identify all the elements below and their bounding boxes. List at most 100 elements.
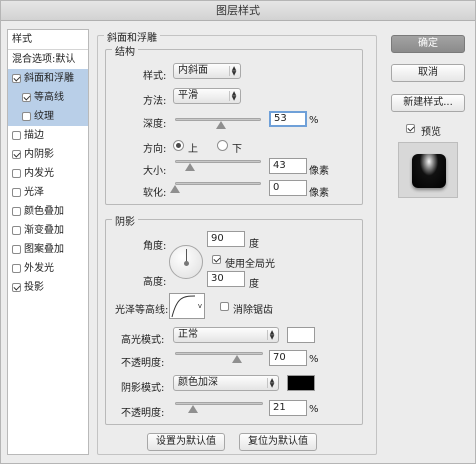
style-item[interactable]: 光泽	[8, 183, 88, 202]
updown-icon: ▲ ▼	[229, 66, 238, 77]
shadow-mode-label: 阴影模式:	[121, 383, 165, 394]
shadow-mode-select[interactable]: 颜色加深 ▲ ▼	[173, 375, 279, 391]
use-global-light-label: 使用全局光	[225, 259, 275, 270]
antialias-label: 消除锯齿	[233, 305, 273, 316]
highlight-opacity-slider[interactable]	[175, 352, 263, 355]
style-item-checkbox[interactable]	[12, 207, 21, 216]
layer-style-dialog: 图层样式 样式 混合选项:默认 斜面和浮雕 等高线 纹理 描边 内阴影 内发光 光泽 颜色叠加渐…	[0, 0, 476, 464]
style-item[interactable]: 描边	[8, 126, 88, 145]
direction-down-radio[interactable]	[217, 140, 228, 151]
make-default-button[interactable]: 设置为默认值	[147, 433, 225, 451]
style-item-label: 斜面和浮雕	[24, 73, 74, 84]
angle-input[interactable]: 90	[207, 231, 245, 247]
style-item-checkbox[interactable]	[12, 131, 21, 140]
style-item[interactable]: 混合选项:默认	[8, 50, 88, 69]
angle-dial[interactable]	[169, 245, 203, 279]
depth-slider-handle[interactable]	[215, 121, 226, 129]
technique-select[interactable]: 平滑 ▲ ▼	[173, 88, 241, 104]
style-item[interactable]: 投影	[8, 278, 88, 297]
style-item[interactable]: 图案叠加	[8, 240, 88, 259]
style-item-label: 等高线	[34, 92, 64, 103]
style-item[interactable]: 颜色叠加	[8, 202, 88, 221]
style-item-checkbox[interactable]	[12, 188, 21, 197]
antialias-checkbox[interactable]	[220, 302, 229, 311]
size-slider-handle[interactable]	[184, 163, 195, 171]
window-title: 图层样式	[1, 1, 475, 21]
style-item-checkbox[interactable]	[12, 226, 21, 235]
updown-icon: ▲ ▼	[229, 91, 238, 102]
style-item-checkbox[interactable]	[12, 150, 21, 159]
style-item-label: 光泽	[24, 187, 44, 198]
new-style-button[interactable]: 新建样式...	[391, 94, 465, 112]
depth-input[interactable]: 53	[269, 111, 307, 127]
style-item-checkbox[interactable]	[12, 169, 21, 178]
shadow-opacity-unit: %	[309, 404, 319, 415]
style-item-label: 颜色叠加	[24, 206, 64, 217]
shadow-mode-value: 颜色加深	[178, 377, 218, 388]
style-item[interactable]: 内发光	[8, 164, 88, 183]
direction-up-radio[interactable]	[173, 140, 184, 151]
style-item-label: 渐变叠加	[24, 225, 64, 236]
style-item[interactable]: 纹理	[8, 107, 88, 126]
highlight-mode-value: 正常	[178, 329, 198, 340]
style-item-label: 内发光	[24, 168, 54, 179]
angle-label: 角度:	[143, 241, 167, 252]
depth-label: 深度:	[143, 119, 167, 130]
structure-title: 结构	[112, 43, 138, 58]
styles-list-header[interactable]: 样式	[8, 30, 88, 50]
size-unit: 像素	[309, 166, 329, 177]
preview-checkbox[interactable]	[406, 124, 415, 133]
style-item-label: 投影	[24, 282, 44, 293]
soften-input[interactable]: 0	[269, 180, 307, 196]
style-item-label: 描边	[24, 130, 44, 141]
style-item-checkbox[interactable]	[22, 93, 31, 102]
cancel-button[interactable]: 取消	[391, 64, 465, 82]
highlight-opacity-unit: %	[309, 354, 319, 365]
style-item-checkbox[interactable]	[12, 245, 21, 254]
highlight-color-swatch[interactable]	[287, 327, 315, 343]
style-item[interactable]: 外发光	[8, 259, 88, 278]
shadow-opacity-handle[interactable]	[188, 405, 199, 413]
preview-swatch	[412, 154, 446, 188]
shadow-color-swatch[interactable]	[287, 375, 315, 391]
soften-slider[interactable]	[175, 182, 261, 185]
preview-label: 预览	[421, 127, 441, 138]
preview-thumbnail	[398, 142, 458, 198]
altitude-input[interactable]: 30	[207, 271, 245, 287]
highlight-opacity-input[interactable]: 70	[269, 350, 307, 366]
angle-unit: 度	[249, 239, 259, 250]
ok-button[interactable]: 确定	[391, 35, 465, 53]
angle-dial-center	[184, 261, 189, 266]
altitude-label: 高度:	[143, 277, 167, 288]
shadow-opacity-label: 不透明度:	[121, 408, 165, 419]
direction-up-label: 上	[188, 144, 198, 155]
gloss-contour-picker[interactable]: v	[169, 293, 205, 319]
style-select-value: 内斜面	[178, 65, 208, 76]
reset-default-button[interactable]: 复位为默认值	[239, 433, 317, 451]
soften-unit: 像素	[309, 188, 329, 199]
style-item-checkbox[interactable]	[12, 264, 21, 273]
size-label: 大小:	[143, 166, 167, 177]
style-item-checkbox[interactable]	[22, 112, 31, 121]
style-item-label: 图案叠加	[24, 244, 64, 255]
style-item[interactable]: 内阴影	[8, 145, 88, 164]
style-item[interactable]: 斜面和浮雕	[8, 69, 88, 88]
style-item[interactable]: 渐变叠加	[8, 221, 88, 240]
size-input[interactable]: 43	[269, 158, 307, 174]
highlight-mode-select[interactable]: 正常 ▲ ▼	[173, 327, 279, 343]
depth-unit: %	[309, 115, 319, 126]
shadow-opacity-input[interactable]: 21	[269, 400, 307, 416]
shading-title: 阴影	[112, 213, 138, 228]
direction-down-label: 下	[232, 144, 242, 155]
use-global-light-checkbox[interactable]	[212, 255, 221, 264]
bevel-emboss-title: 斜面和浮雕	[104, 29, 160, 44]
style-item[interactable]: 等高线	[8, 88, 88, 107]
style-select[interactable]: 内斜面 ▲ ▼	[173, 63, 241, 79]
highlight-opacity-handle[interactable]	[231, 355, 242, 363]
style-label: 样式:	[143, 71, 167, 82]
style-item-checkbox[interactable]	[12, 283, 21, 292]
soften-slider-handle[interactable]	[170, 185, 180, 193]
updown-icon: ▲ ▼	[267, 330, 276, 341]
direction-label: 方向:	[143, 144, 167, 155]
style-item-checkbox[interactable]	[12, 74, 21, 83]
